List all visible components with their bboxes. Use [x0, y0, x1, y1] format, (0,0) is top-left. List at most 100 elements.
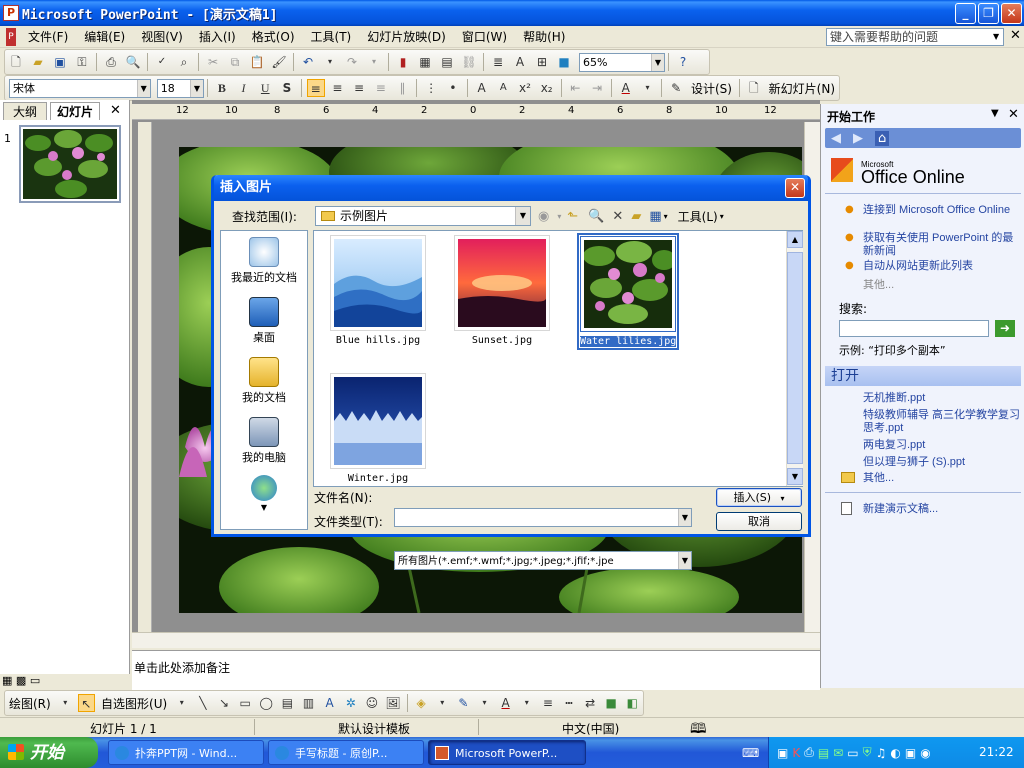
- menu-file[interactable]: 文件(F): [20, 27, 76, 47]
- chevron-down-icon[interactable]: ▾: [720, 212, 724, 221]
- print-preview-icon[interactable]: 🔍: [124, 53, 142, 71]
- save-icon[interactable]: ▣: [51, 53, 69, 71]
- redo-dropdown-icon[interactable]: ▾: [365, 53, 383, 71]
- subscript-icon[interactable]: x₂: [538, 79, 556, 97]
- minimize-button[interactable]: _: [955, 3, 976, 24]
- chevron-down-icon[interactable]: ▼: [678, 509, 691, 526]
- vertical-textbox-icon[interactable]: ▥: [300, 694, 317, 712]
- place-network[interactable]: ▼: [221, 475, 307, 512]
- font-color-icon[interactable]: A: [617, 79, 635, 97]
- menu-format[interactable]: 格式(O): [244, 27, 303, 47]
- tray-disc-icon[interactable]: ◐: [890, 746, 900, 760]
- tray-sound-icon[interactable]: ♫: [876, 746, 887, 760]
- scroll-down-icon[interactable]: ▼: [787, 468, 803, 485]
- rectangle-icon[interactable]: ▭: [237, 694, 254, 712]
- format-painter-icon[interactable]: 🖌: [270, 53, 288, 71]
- menu-edit[interactable]: 编辑(E): [76, 27, 133, 47]
- tray-monitor-icon[interactable]: ▭: [847, 746, 858, 760]
- line-color-icon[interactable]: ✎: [455, 694, 472, 712]
- research-icon[interactable]: ⌕: [175, 53, 193, 71]
- document-icon[interactable]: P: [6, 27, 16, 46]
- show-formatting-icon[interactable]: A: [511, 53, 529, 71]
- close-button[interactable]: ✕: [1001, 3, 1022, 24]
- expand-all-icon[interactable]: ≣: [489, 53, 507, 71]
- line-style-icon[interactable]: ≡: [539, 694, 556, 712]
- file-list-scrollbar[interactable]: ▲ ▼: [786, 231, 803, 486]
- cancel-button[interactable]: 取消: [716, 512, 802, 531]
- arrow-icon[interactable]: ↘: [215, 694, 232, 712]
- tray-mail-icon[interactable]: ✉: [833, 746, 843, 760]
- new-folder-icon[interactable]: ▰: [631, 209, 641, 224]
- menu-help[interactable]: 帮助(H): [515, 27, 573, 47]
- oval-icon[interactable]: ◯: [258, 694, 275, 712]
- views-dropdown-icon[interactable]: ▾: [664, 212, 668, 221]
- tray-shield-icon[interactable]: ⛨: [863, 745, 872, 760]
- tray-k-icon[interactable]: K: [792, 746, 800, 760]
- autoshapes-menu[interactable]: 自选图形(U): [97, 695, 171, 712]
- link-update-list[interactable]: 自动从网站更新此列表: [863, 260, 1023, 273]
- back-dropdown-icon[interactable]: ▾: [557, 212, 561, 221]
- new-slide-button[interactable]: 新幻灯片(N): [765, 80, 839, 97]
- insert-table-icon[interactable]: ▦: [416, 53, 434, 71]
- font-combo[interactable]: 宋体 ▼: [9, 78, 151, 98]
- line-icon[interactable]: ╲: [194, 694, 211, 712]
- align-left-icon[interactable]: ≡: [306, 79, 325, 97]
- open-folder-icon[interactable]: ▰: [29, 53, 47, 71]
- forward-icon[interactable]: ▶: [853, 131, 863, 146]
- menu-window[interactable]: 窗口(W): [454, 27, 515, 47]
- increase-indent-icon[interactable]: ⇥: [588, 79, 606, 97]
- chevron-down-icon[interactable]: ▾: [434, 694, 451, 712]
- slide-thumbnail[interactable]: [19, 125, 121, 203]
- scroll-up-icon[interactable]: ▲: [787, 231, 803, 248]
- close-icon[interactable]: ✕: [1008, 107, 1019, 122]
- justify-icon[interactable]: ≡: [372, 79, 390, 97]
- lookin-combo[interactable]: 示例图片 ▼: [315, 206, 531, 226]
- recent-file-2[interactable]: 特级教师辅导 高三化学教学复习思考.ppt: [863, 409, 1023, 435]
- notes-pane[interactable]: 单击此处添加备注: [132, 650, 820, 690]
- file-item[interactable]: Winter.jpg: [330, 373, 426, 484]
- tray-display-icon[interactable]: ▣: [905, 746, 916, 760]
- chevron-down-icon[interactable]: ▾: [476, 694, 493, 712]
- slide-sorter-icon[interactable]: ▩: [16, 674, 26, 687]
- show-grid-icon[interactable]: ⊞: [533, 53, 551, 71]
- link-more[interactable]: 其他...: [863, 279, 894, 292]
- spelling-icon[interactable]: ✓: [153, 53, 171, 71]
- fill-color-icon[interactable]: ◈: [413, 694, 430, 712]
- undo-icon[interactable]: ↶: [299, 53, 317, 71]
- keyboard-icon[interactable]: ⌨: [742, 746, 759, 760]
- taskbar-button-browser-2[interactable]: 手写标题 - 原创P...: [268, 740, 424, 765]
- bullets-icon[interactable]: •: [444, 79, 462, 97]
- views-icon[interactable]: ▦: [649, 209, 661, 224]
- tray-volume-icon[interactable]: ◉: [920, 746, 930, 760]
- design-button[interactable]: 设计(S): [687, 80, 736, 97]
- file-item[interactable]: Blue hills.jpg: [330, 235, 426, 346]
- italic-icon[interactable]: I: [235, 79, 253, 97]
- chevron-down-icon[interactable]: ▼: [136, 79, 150, 97]
- tab-outline[interactable]: 大纲: [3, 102, 47, 120]
- link-latest-news[interactable]: 获取有关使用 PowerPoint 的最新新闻: [863, 232, 1023, 258]
- paste-icon[interactable]: 📋: [248, 53, 266, 71]
- scroll-thumb[interactable]: [787, 252, 803, 464]
- chevron-down-icon[interactable]: ▼: [515, 207, 530, 225]
- file-item-selected[interactable]: Water lilies.jpg: [577, 233, 680, 350]
- delete-icon[interactable]: ✕: [612, 209, 623, 224]
- align-center-icon[interactable]: ≡: [329, 79, 347, 97]
- back-icon[interactable]: ◉: [538, 209, 549, 224]
- chevron-down-icon[interactable]: ▾: [781, 494, 785, 503]
- insert-chart-icon[interactable]: ▮: [394, 53, 412, 71]
- chevron-down-icon[interactable]: ▾: [518, 694, 535, 712]
- clipart-icon[interactable]: ☺: [363, 694, 380, 712]
- color-grayscale-icon[interactable]: ■: [555, 53, 573, 71]
- print-icon[interactable]: ⎙: [102, 53, 120, 71]
- zoom-combo[interactable]: 65% ▼: [579, 52, 665, 72]
- tab-slides[interactable]: 幻灯片: [50, 102, 100, 120]
- place-my-computer[interactable]: 我的电脑: [221, 417, 307, 465]
- insert-button[interactable]: 插入(S) ▾: [716, 488, 802, 507]
- 3d-style-icon[interactable]: ◧: [624, 694, 641, 712]
- menu-view[interactable]: 视图(V): [133, 27, 191, 47]
- insert-picture-icon[interactable]: 🖼: [384, 694, 401, 712]
- chevron-down-icon[interactable]: ▾: [57, 694, 74, 712]
- link-connect-office-online[interactable]: 连接到 Microsoft Office Online: [863, 204, 1023, 217]
- tray-app-icon[interactable]: ▤: [818, 746, 829, 760]
- wordart-icon[interactable]: A: [321, 694, 338, 712]
